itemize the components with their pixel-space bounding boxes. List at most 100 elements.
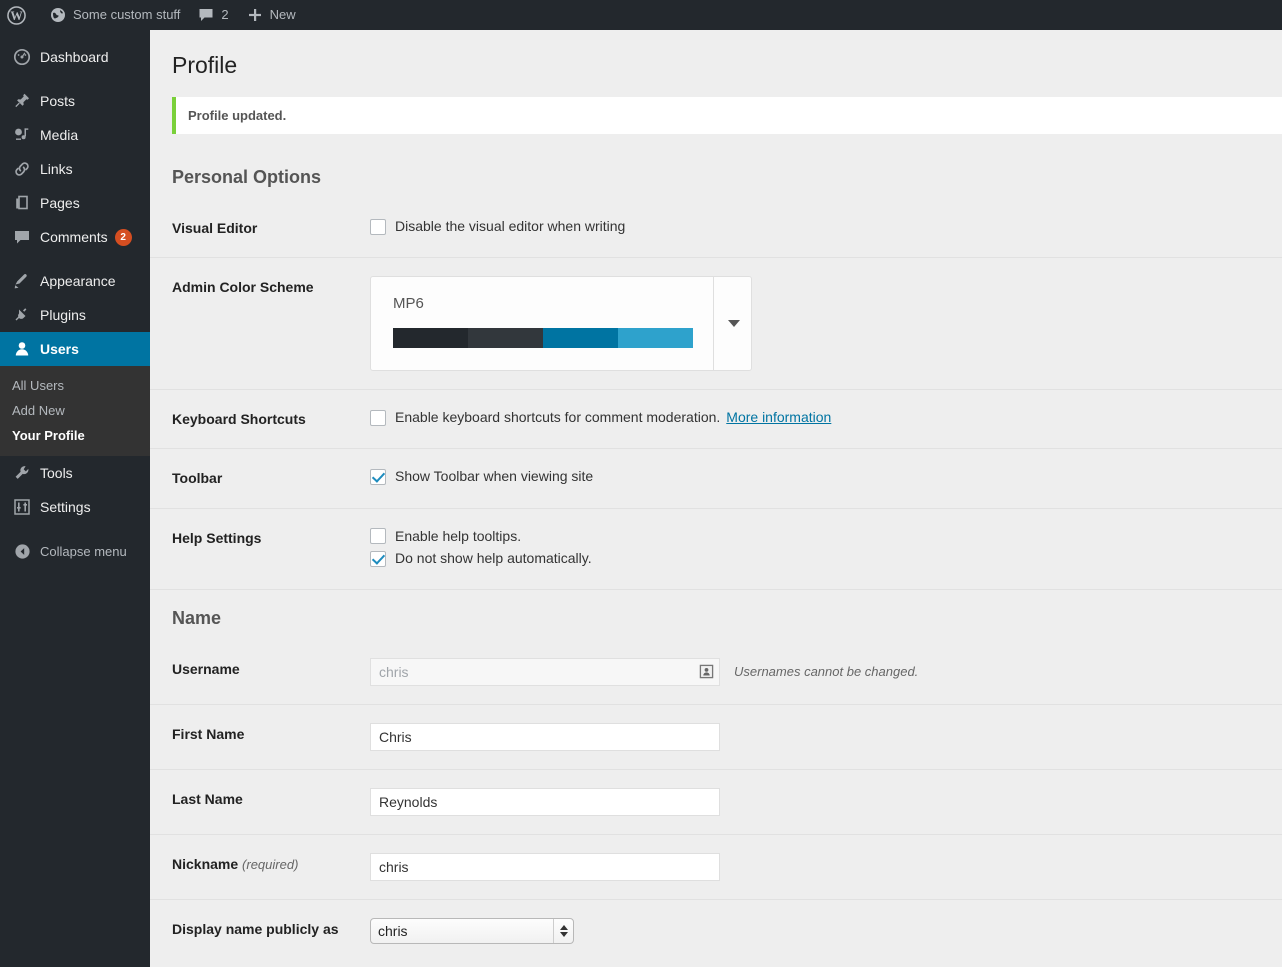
- username-wrap: Usernames cannot be changed.: [370, 657, 1272, 686]
- sidebar-item-media[interactable]: Media: [0, 118, 150, 152]
- sidebar-item-comments[interactable]: Comments 2: [0, 220, 150, 254]
- color-scheme-name: MP6: [393, 295, 424, 313]
- keyboard-shortcuts-checkbox-row[interactable]: Enable keyboard shortcuts for comment mo…: [370, 408, 1272, 428]
- link-icon: [12, 160, 32, 178]
- sidebar-item-label: Plugins: [40, 307, 86, 323]
- sidebar-item-your-profile[interactable]: Your Profile: [0, 423, 150, 448]
- visual-editor-cell: Disable the visual editor when writing: [370, 199, 1282, 259]
- first-name-input[interactable]: [370, 722, 720, 751]
- menu-spacer-3: [0, 524, 150, 534]
- wordpress-logo-menu[interactable]: W: [0, 0, 41, 30]
- sidebar-item-label: Links: [40, 161, 73, 177]
- site-name-label: Some custom stuff: [73, 7, 181, 22]
- status-notice: Profile updated.: [172, 97, 1282, 134]
- menu-spacer-2: [0, 254, 150, 264]
- keyboard-shortcuts-cell: Enable keyboard shortcuts for comment mo…: [370, 389, 1282, 450]
- paintbrush-icon: [12, 272, 32, 290]
- display-name-select-wrap: chris: [370, 917, 574, 944]
- sidebar-item-add-new-user[interactable]: Add New: [0, 398, 150, 423]
- new-content-menu[interactable]: New: [238, 0, 305, 30]
- keyboard-shortcuts-checkbox[interactable]: [370, 409, 386, 426]
- row-visual-editor: Visual Editor Disable the visual editor …: [150, 199, 1282, 259]
- nickname-required-note: (required): [242, 856, 299, 872]
- sidebar-item-label: Settings: [40, 499, 91, 515]
- nickname-cell: [370, 834, 1282, 900]
- sidebar-item-links[interactable]: Links: [0, 152, 150, 186]
- toolbar-checkbox[interactable]: [370, 469, 386, 486]
- sidebar-item-tools[interactable]: Tools: [0, 456, 150, 490]
- main-content: Profile Profile updated. Personal Option…: [150, 30, 1282, 967]
- collapse-menu-button[interactable]: Collapse menu: [0, 534, 150, 568]
- row-nickname: Nickname (required): [150, 834, 1282, 900]
- sidebar-item-dashboard[interactable]: Dashboard: [0, 40, 150, 74]
- admin-bar: W Some custom stuff 2 New: [0, 0, 1282, 30]
- sidebar-item-label: Media: [40, 127, 79, 143]
- collapse-menu-label: Collapse menu: [40, 543, 127, 559]
- sidebar-item-plugins[interactable]: Plugins: [0, 298, 150, 332]
- row-display-name: Display name publicly as chris: [150, 899, 1282, 962]
- sidebar-item-users[interactable]: Users: [0, 332, 158, 366]
- comments-menu[interactable]: 2: [189, 0, 237, 30]
- sidebar-item-settings[interactable]: Settings: [0, 490, 150, 524]
- username-description: Usernames cannot be changed.: [734, 663, 919, 679]
- first-name-cell: [370, 704, 1282, 770]
- site-name-menu[interactable]: Some custom stuff: [41, 0, 189, 30]
- toolbar-checkbox-label[interactable]: Show Toolbar when viewing site: [395, 467, 593, 487]
- collapse-arrow-icon: [12, 543, 32, 560]
- wordpress-logo-icon: W: [7, 5, 26, 25]
- row-keyboard-shortcuts: Keyboard Shortcuts Enable keyboard short…: [150, 389, 1282, 450]
- visual-editor-checkbox-label[interactable]: Disable the visual editor when writing: [395, 217, 625, 237]
- current-menu-arrow-icon: [150, 341, 158, 357]
- toolbar-cell: Show Toolbar when viewing site: [370, 448, 1282, 509]
- user-icon: [12, 340, 32, 358]
- visual-editor-checkbox-row[interactable]: Disable the visual editor when writing: [370, 217, 1272, 237]
- color-scheme-dropdown-toggle[interactable]: [713, 277, 753, 371]
- page-title: Profile: [172, 52, 238, 78]
- visual-editor-checkbox[interactable]: [370, 218, 386, 235]
- status-notice-text: Profile updated.: [188, 108, 287, 123]
- sidebar-item-all-users[interactable]: All Users: [0, 373, 150, 398]
- color-scheme-selected[interactable]: MP6: [371, 277, 713, 370]
- color-scheme-picker[interactable]: MP6: [370, 276, 753, 372]
- sidebar-item-appearance[interactable]: Appearance: [0, 264, 150, 298]
- username-input: [370, 657, 720, 686]
- plus-icon: [247, 7, 263, 23]
- row-first-name: First Name: [150, 704, 1282, 770]
- nickname-input[interactable]: [370, 852, 720, 881]
- sidebar-item-posts[interactable]: Posts: [0, 84, 150, 118]
- keyboard-shortcuts-more-link[interactable]: More information: [726, 408, 831, 428]
- name-table: Username Usernames cannot be changed.: [150, 639, 1282, 962]
- swatch-3: [543, 328, 618, 349]
- wrench-icon: [12, 464, 32, 482]
- display-name-label: Display name publicly as: [172, 920, 339, 937]
- chevron-down-icon: [727, 320, 740, 328]
- help-auto-checkbox-row[interactable]: Do not show help automatically.: [370, 549, 1272, 569]
- help-tooltips-checkbox[interactable]: [370, 528, 386, 545]
- swatch-4: [618, 328, 693, 349]
- row-toolbar: Toolbar Show Toolbar when viewing site: [150, 448, 1282, 509]
- profile-wrap: Profile Profile updated. Personal Option…: [150, 30, 1282, 962]
- toolbar-checkbox-row[interactable]: Show Toolbar when viewing site: [370, 467, 1272, 487]
- swatch-1: [393, 328, 468, 349]
- personal-options-table: Visual Editor Disable the visual editor …: [150, 199, 1282, 590]
- svg-text:W: W: [10, 8, 23, 22]
- keyboard-shortcuts-checkbox-label[interactable]: Enable keyboard shortcuts for comment mo…: [395, 408, 720, 428]
- menu-spacer-top: [0, 30, 150, 40]
- comment-bubble-icon: [12, 228, 32, 246]
- first-name-label: First Name: [150, 704, 370, 770]
- display-name-select[interactable]: chris: [370, 917, 574, 944]
- globe-icon: [50, 7, 66, 23]
- new-content-label: New: [269, 7, 296, 22]
- help-tooltips-checkbox-row[interactable]: Enable help tooltips.: [370, 527, 1272, 547]
- id-card-icon: [699, 664, 714, 679]
- sidebar-item-label: Tools: [40, 465, 73, 481]
- help-tooltips-checkbox-label[interactable]: Enable help tooltips.: [395, 527, 521, 547]
- sidebar-item-pages[interactable]: Pages: [0, 186, 150, 220]
- last-name-input[interactable]: [370, 787, 720, 816]
- help-auto-checkbox[interactable]: [370, 550, 386, 567]
- username-field-wrap: [370, 657, 720, 686]
- last-name-label: Last Name: [150, 769, 370, 835]
- help-auto-checkbox-label[interactable]: Do not show help automatically.: [395, 549, 592, 569]
- nickname-label-text: Nickname: [172, 855, 239, 872]
- comments-count: 2: [221, 7, 229, 22]
